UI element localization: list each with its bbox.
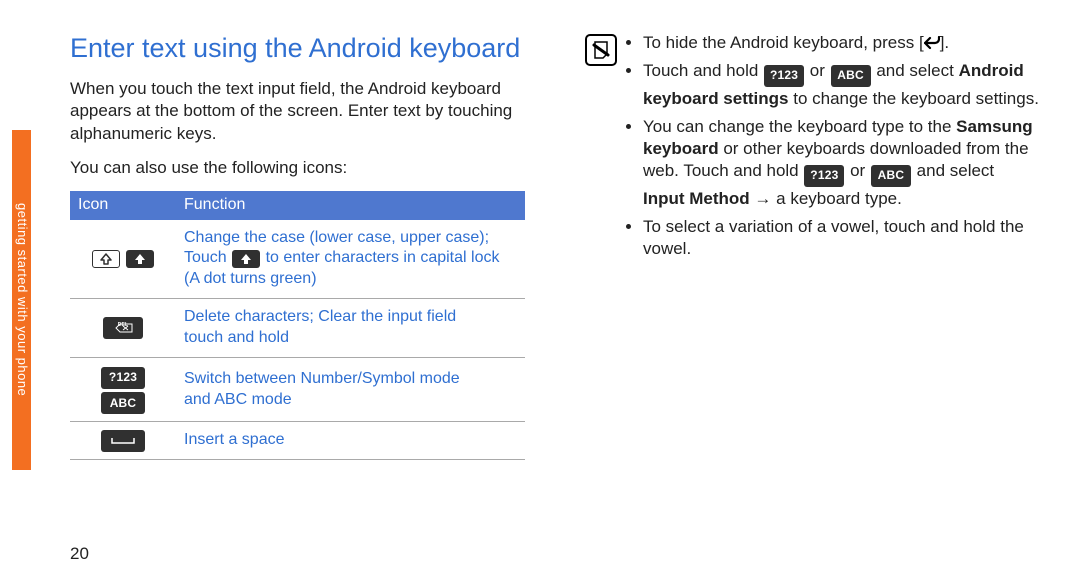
- shift-outline-icon: [92, 250, 120, 268]
- list-item: To select a variation of a vowel, touch …: [643, 216, 1040, 260]
- func-cell: Insert a space: [176, 422, 525, 460]
- side-tab-label: getting started with your phone: [13, 203, 30, 396]
- delete-icon: DEL: [103, 317, 143, 339]
- note-text: and select: [872, 61, 959, 80]
- note-text: Touch and hold: [643, 61, 763, 80]
- list-item: You can change the keyboard type to the …: [643, 116, 1040, 210]
- page-content: Enter text using the Android keyboard Wh…: [70, 32, 1040, 585]
- table-row: Insert a space: [70, 422, 525, 460]
- table-row: ?123 ABC Switch between Number/Symbol mo…: [70, 357, 525, 422]
- table-row: DEL Delete characters; Clear the input f…: [70, 299, 525, 358]
- note-text: ].: [940, 33, 949, 52]
- note-text: To select a variation of a vowel, touch …: [643, 217, 1024, 258]
- note-text: or: [805, 61, 830, 80]
- th-icon: Icon: [70, 191, 176, 220]
- note-icon: [585, 34, 617, 66]
- space-icon: [101, 430, 145, 452]
- side-tab: getting started with your phone: [12, 130, 31, 470]
- func-cell: Switch between Number/Symbol mode and AB…: [176, 357, 525, 422]
- abc-mode-icon: ABC: [101, 392, 145, 414]
- func-text: touch and hold: [184, 329, 289, 346]
- note-text: You can change the keyboard type to the: [643, 117, 956, 136]
- icon-cell-delete: DEL: [70, 299, 176, 358]
- icon-cell-mode: ?123 ABC: [70, 357, 176, 422]
- intro-paragraph: When you touch the text input field, the…: [70, 78, 525, 144]
- note-bold: Input Method: [643, 189, 750, 208]
- note-text: → a keyboard type.: [750, 189, 902, 208]
- note-text: and select: [912, 161, 994, 180]
- table-row: Change the case (lower case, upper case)…: [70, 220, 525, 299]
- note-text: to change the keyboard settings.: [789, 89, 1039, 108]
- note-block: To hide the Android keyboard, press []. …: [585, 32, 1040, 266]
- list-item: Touch and hold ?123 or ABC and select An…: [643, 60, 1040, 110]
- note-list: To hide the Android keyboard, press []. …: [627, 32, 1040, 266]
- func-cell: Change the case (lower case, upper case)…: [176, 220, 525, 299]
- subintro-paragraph: You can also use the following icons:: [70, 157, 525, 179]
- func-text: Switch between Number/Symbol mode: [184, 370, 460, 387]
- num-mode-icon: ?123: [764, 65, 804, 87]
- page-number: 20: [70, 543, 89, 565]
- shift-solid-icon: [126, 250, 154, 268]
- num-mode-icon: ?123: [101, 367, 145, 389]
- list-item: To hide the Android keyboard, press [].: [643, 32, 1040, 54]
- icon-cell-shift: [70, 220, 176, 299]
- left-column: Enter text using the Android keyboard Wh…: [70, 32, 525, 585]
- func-text: Insert a space: [184, 431, 285, 448]
- num-mode-icon: ?123: [804, 165, 844, 187]
- note-text: or: [845, 161, 870, 180]
- right-column: To hide the Android keyboard, press []. …: [585, 32, 1040, 585]
- func-text: Change the case (lower case, upper case)…: [184, 229, 489, 246]
- icon-table: Icon Function Change t: [70, 191, 525, 460]
- func-cell: Delete characters; Clear the input field…: [176, 299, 525, 358]
- note-text: To hide the Android keyboard, press [: [643, 33, 924, 52]
- back-icon: [924, 33, 940, 52]
- abc-mode-icon: ABC: [871, 165, 911, 187]
- abc-mode-icon: ABC: [831, 65, 871, 87]
- shift-inline-icon: [232, 250, 260, 268]
- func-text: Delete characters; Clear the input field: [184, 308, 456, 325]
- icon-cell-space: [70, 422, 176, 460]
- page-title: Enter text using the Android keyboard: [70, 32, 525, 64]
- func-text: and ABC mode: [184, 391, 292, 408]
- th-function: Function: [176, 191, 525, 220]
- func-text: Touch: [184, 249, 231, 266]
